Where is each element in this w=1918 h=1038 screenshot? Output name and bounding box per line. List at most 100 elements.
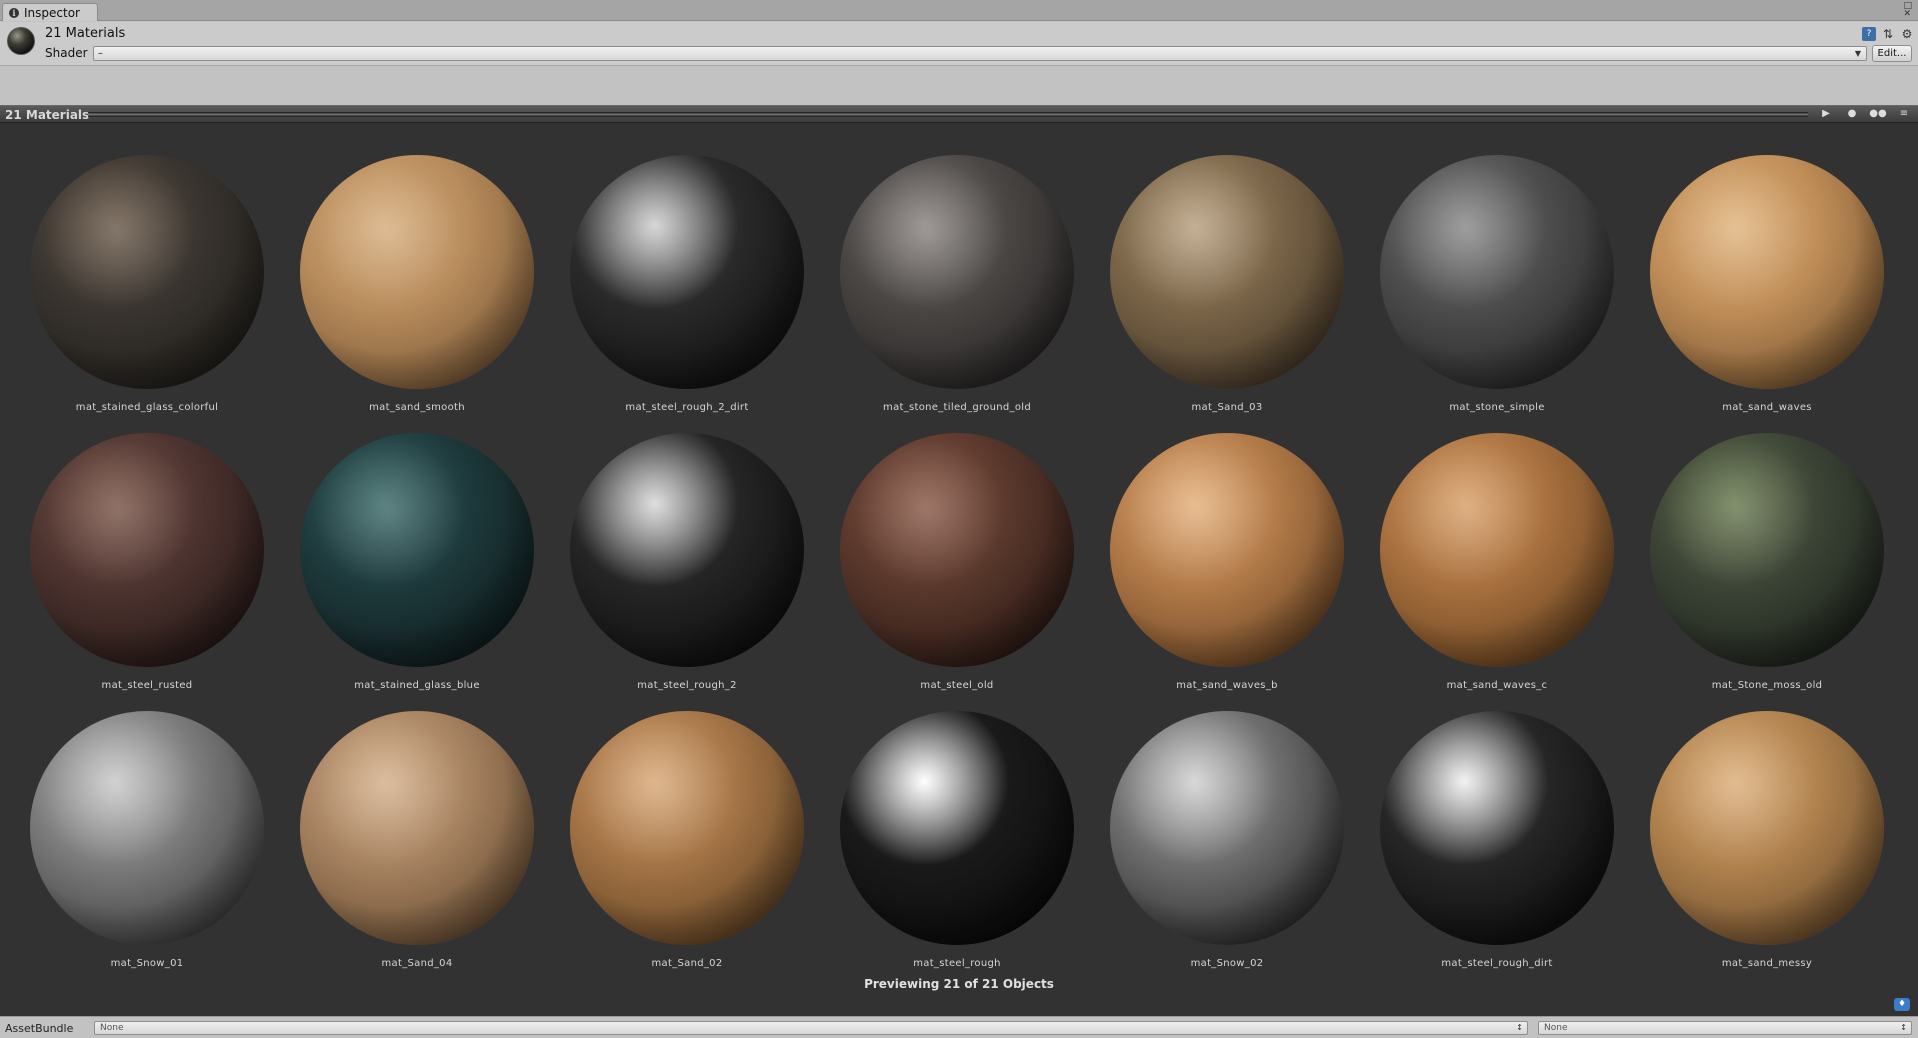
material-tile[interactable]: mat_stained_glass_colorful bbox=[12, 153, 282, 431]
asset-bundle-variant-dropdown[interactable]: None ↕ bbox=[1538, 1021, 1912, 1035]
material-tile[interactable]: mat_Snow_01 bbox=[12, 709, 282, 987]
preview-toolbar: 21 Materials ▶ ● ●● ≡ bbox=[0, 105, 1918, 123]
material-preview-sphere bbox=[840, 711, 1074, 945]
material-name: mat_Sand_04 bbox=[381, 958, 453, 969]
material-tile[interactable]: mat_steel_rough bbox=[822, 709, 1092, 987]
help-book-icon[interactable]: ? bbox=[1862, 27, 1876, 41]
material-preview-sphere bbox=[30, 711, 264, 945]
material-tile[interactable]: mat_Snow_02 bbox=[1092, 709, 1362, 987]
material-tile[interactable]: mat_sand_smooth bbox=[282, 153, 552, 431]
material-name: mat_stone_simple bbox=[1449, 402, 1545, 413]
material-tile[interactable]: mat_steel_rough_dirt bbox=[1362, 709, 1632, 987]
material-name: mat_sand_waves_b bbox=[1176, 680, 1278, 691]
material-name: mat_Sand_03 bbox=[1191, 402, 1263, 413]
material-name: mat_steel_rough_2_dirt bbox=[625, 402, 749, 413]
material-tile[interactable]: mat_steel_rusted bbox=[12, 431, 282, 709]
edit-shader-button[interactable]: Edit... bbox=[1872, 45, 1912, 62]
material-name: mat_Sand_02 bbox=[651, 958, 723, 969]
material-tile[interactable]: mat_sand_waves_c bbox=[1362, 431, 1632, 709]
close-icon[interactable]: ✕ bbox=[1903, 10, 1912, 19]
material-name: mat_Snow_02 bbox=[1190, 958, 1264, 969]
material-tile[interactable]: mat_stone_tiled_ground_old bbox=[822, 153, 1092, 431]
material-tile[interactable]: mat_steel_rough_2 bbox=[552, 431, 822, 709]
preview-area: mat_stained_glass_colorful mat_sand_smoot… bbox=[0, 123, 1918, 1016]
material-preview-sphere bbox=[1110, 433, 1344, 667]
material-name: mat_Snow_01 bbox=[110, 958, 184, 969]
material-name: mat_steel_rusted bbox=[101, 680, 193, 691]
material-name: mat_steel_rough_2 bbox=[637, 680, 737, 691]
tab-bar: i Inspector □ ✕ bbox=[0, 0, 1918, 21]
material-name: mat_steel_rough bbox=[913, 958, 1001, 969]
dropdown-arrow-icon: ↕ bbox=[1900, 1023, 1907, 1032]
material-tile[interactable]: mat_stained_glass_blue bbox=[282, 431, 552, 709]
material-tile[interactable]: mat_stone_simple bbox=[1362, 153, 1632, 431]
material-grid: mat_stained_glass_colorful mat_sand_smoot… bbox=[12, 153, 1902, 987]
material-tile[interactable]: mat_Sand_03 bbox=[1092, 153, 1362, 431]
material-tile[interactable]: mat_Sand_04 bbox=[282, 709, 552, 987]
label-tag-icon[interactable]: ♦ bbox=[1894, 998, 1910, 1011]
asset-bundle-bar: AssetBundle None ↕ None ↕ bbox=[0, 1016, 1918, 1038]
previewing-count: Previewing 21 of 21 Objects bbox=[864, 977, 1054, 991]
tab-inspector-label: Inspector bbox=[24, 5, 80, 20]
sphere-mesh-icon[interactable]: ● bbox=[1842, 107, 1862, 121]
presets-icon[interactable]: ⇅ bbox=[1881, 27, 1895, 41]
play-icon[interactable]: ▶ bbox=[1816, 107, 1836, 121]
material-preview-sphere bbox=[300, 711, 534, 945]
material-name: mat_sand_waves_c bbox=[1446, 680, 1548, 691]
settings-gear-icon[interactable]: ⚙ bbox=[1900, 27, 1914, 41]
material-preview-sphere bbox=[1380, 433, 1614, 667]
material-preview-sphere bbox=[30, 433, 264, 667]
material-preview-sphere bbox=[570, 711, 804, 945]
material-preview-sphere bbox=[570, 433, 804, 667]
window-controls: □ ✕ bbox=[1903, 2, 1912, 19]
inspector-title: 21 Materials bbox=[45, 26, 126, 41]
asset-bundle-variant-value: None bbox=[1544, 1023, 1568, 1033]
header-icons: ? ⇅ ⚙ bbox=[1862, 27, 1914, 41]
material-preview-sphere bbox=[570, 155, 804, 389]
material-tile[interactable]: mat_sand_messy bbox=[1632, 709, 1902, 987]
shader-label: Shader bbox=[45, 46, 88, 60]
material-tile[interactable]: mat_steel_old bbox=[822, 431, 1092, 709]
material-name: mat_stone_tiled_ground_old bbox=[883, 402, 1031, 413]
material-name: mat_stained_glass_blue bbox=[354, 680, 480, 691]
asset-bundle-dropdown[interactable]: None ↕ bbox=[94, 1021, 1528, 1035]
preview-drag-handle[interactable] bbox=[88, 112, 1808, 117]
info-icon: i bbox=[9, 7, 19, 18]
material-name: mat_sand_messy bbox=[1721, 958, 1813, 969]
material-name: mat_sand_waves bbox=[1722, 402, 1812, 413]
material-preview-sphere bbox=[840, 155, 1074, 389]
material-preview-sphere bbox=[1380, 155, 1614, 389]
material-tile[interactable]: mat_steel_rough_2_dirt bbox=[552, 153, 822, 431]
shader-dropdown-value: – bbox=[98, 48, 103, 59]
material-preview-sphere bbox=[840, 433, 1074, 667]
material-tile[interactable]: mat_sand_waves bbox=[1632, 153, 1902, 431]
material-preview-sphere bbox=[1380, 711, 1614, 945]
material-name: mat_stained_glass_colorful bbox=[75, 402, 219, 413]
material-preview-sphere bbox=[1110, 711, 1344, 945]
material-name: mat_Stone_moss_old bbox=[1711, 680, 1823, 691]
material-preview-sphere bbox=[300, 433, 534, 667]
material-preview-sphere bbox=[1650, 155, 1884, 389]
dropdown-arrow-icon: ↕ bbox=[1516, 1023, 1523, 1032]
material-preview-sphere bbox=[1650, 711, 1884, 945]
material-tile[interactable]: mat_Stone_moss_old bbox=[1632, 431, 1902, 709]
preview-buttons: ▶ ● ●● ≡ bbox=[1816, 107, 1914, 121]
material-preview-sphere bbox=[30, 155, 264, 389]
lighting-icon[interactable]: ●● bbox=[1868, 107, 1888, 121]
material-name: mat_steel_old bbox=[920, 680, 994, 691]
shader-dropdown[interactable]: – ▼ bbox=[93, 46, 1867, 61]
material-tile[interactable]: mat_sand_waves_b bbox=[1092, 431, 1362, 709]
menu-icon[interactable]: ≡ bbox=[1894, 107, 1914, 121]
material-preview-sphere bbox=[1110, 155, 1344, 389]
dropdown-arrow-icon: ▼ bbox=[1854, 49, 1861, 58]
asset-bundle-value: None bbox=[100, 1023, 124, 1033]
material-thumbnail bbox=[7, 27, 35, 55]
material-preview-sphere bbox=[1650, 433, 1884, 667]
inspector-header: 21 Materials Shader – ▼ Edit... ? ⇅ ⚙ bbox=[0, 22, 1918, 66]
asset-bundle-label: AssetBundle bbox=[5, 1022, 74, 1035]
material-name: mat_sand_smooth bbox=[369, 402, 465, 413]
material-preview-sphere bbox=[300, 155, 534, 389]
tab-inspector[interactable]: i Inspector bbox=[2, 3, 98, 21]
preview-title: 21 Materials bbox=[5, 108, 90, 122]
material-tile[interactable]: mat_Sand_02 bbox=[552, 709, 822, 987]
